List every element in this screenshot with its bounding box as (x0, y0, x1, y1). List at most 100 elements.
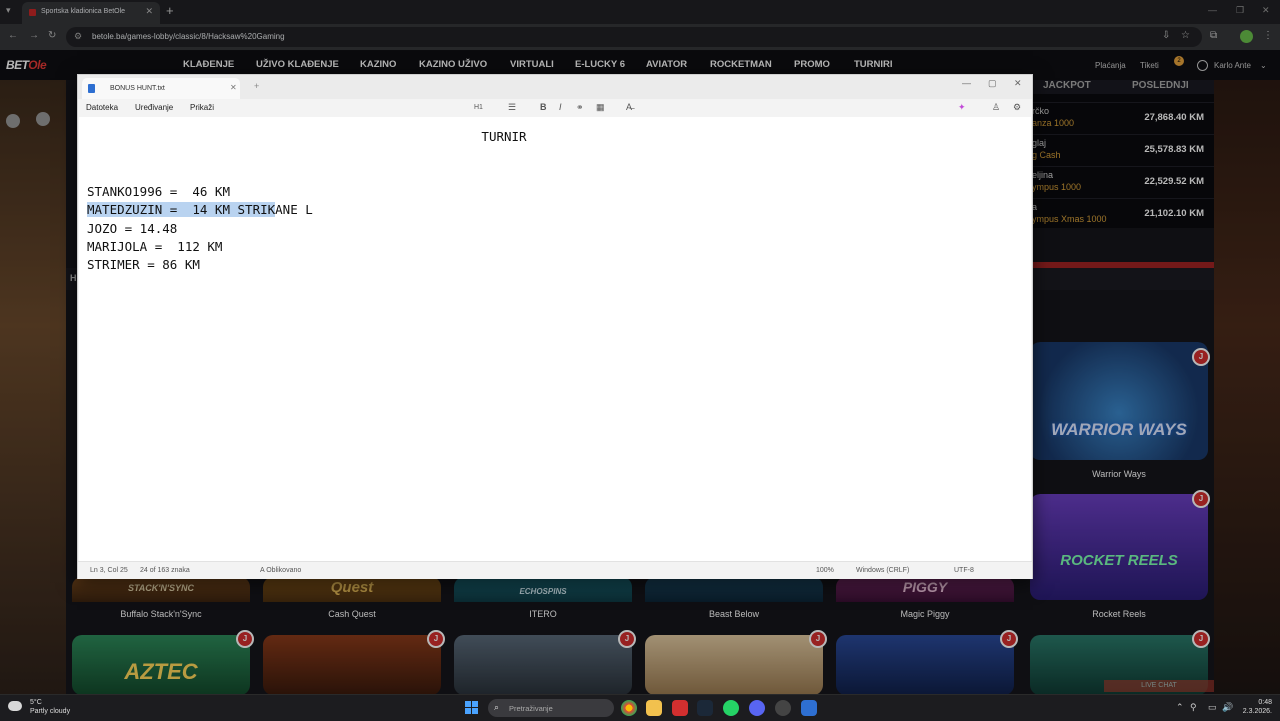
copilot-icon[interactable]: ✦ (958, 102, 966, 113)
zoom-level[interactable]: 100% (816, 567, 834, 574)
back-icon[interactable]: ← (8, 30, 18, 41)
account-icon[interactable]: ♙ (992, 102, 1000, 113)
settings-gear-icon[interactable]: ⚙ (1013, 102, 1021, 113)
nav-kazino-uzivo[interactable]: KAZINO UŽIVO (419, 59, 487, 70)
game-card-magic-piggy[interactable]: PIGGY Magic Piggy (836, 577, 1014, 622)
browser-menu-icon[interactable]: ⋮ (1263, 30, 1273, 41)
nav-aviator[interactable]: AVIATOR (646, 59, 687, 70)
encoding[interactable]: UTF-8 (954, 567, 974, 574)
taskbar-search[interactable]: ⌕ Pretraživanje (488, 699, 614, 717)
tray-app-icon[interactable]: ⚲ (1190, 702, 1197, 713)
menu-datoteka[interactable]: Datoteka (86, 103, 118, 112)
notepad-file-tab[interactable]: BONUS HUNT.txt ✕ (82, 78, 240, 99)
game-card-beast-below[interactable]: Beast Below (645, 577, 823, 622)
nav-e-lucky-6[interactable]: E-LUCKY 6 (575, 59, 625, 70)
jackpot-row[interactable]: rčko anza 1000 27,868.40 KM (1030, 102, 1214, 133)
link-icon[interactable]: ⚭ (576, 102, 584, 113)
menu-uredivanje[interactable]: Uređivanje (135, 103, 173, 112)
nav-promo[interactable]: PROMO (794, 59, 830, 70)
chrome-icon[interactable] (621, 700, 637, 716)
jackpot-row[interactable]: a ympus Xmas 1000 21,102.10 KM (1030, 198, 1214, 229)
notepad-minimize-icon[interactable]: — (962, 78, 971, 88)
game-card-row3-4[interactable] (645, 635, 823, 695)
forward-icon[interactable]: → (29, 30, 39, 41)
weather-widget[interactable]: 5°C Partly cloudy (30, 698, 70, 716)
site-info-icon[interactable]: ⚙ (74, 31, 82, 42)
omnibox[interactable]: ⚙ betole.ba/games-lobby/classic/8/Hacksa… (66, 27, 1202, 47)
whatsapp-icon[interactable] (723, 700, 739, 716)
line-ending[interactable]: Windows (CRLF) (856, 567, 909, 574)
game-card-row3-3[interactable] (454, 635, 632, 695)
tab-poslednji[interactable]: POSLEDNJI (1132, 80, 1189, 91)
notepad-taskbar-icon[interactable] (801, 700, 817, 716)
game-card-buffalo[interactable]: STACK'N'SYNC Buffalo Stack'n'Sync (72, 577, 250, 622)
game-name: Buffalo Stack'n'Sync (120, 609, 202, 619)
jackpot-row[interactable]: glaj g Cash 25,578.83 KM (1030, 134, 1214, 165)
placanja-link[interactable]: Plaćanja (1095, 61, 1126, 70)
system-clock[interactable]: 0:48 2.3.2026. (1234, 698, 1272, 716)
app-red-icon[interactable] (672, 700, 688, 716)
profile-avatar[interactable] (1240, 30, 1253, 43)
discord-icon[interactable] (749, 700, 765, 716)
tab-jackpot[interactable]: JACKPOT (1043, 80, 1091, 91)
steam-icon[interactable] (697, 700, 713, 716)
tab-title: Sportska kladionica BetOle (41, 8, 126, 15)
nav-turniri[interactable]: TURNIRI (854, 59, 893, 70)
tab-search-icon[interactable]: ▾ (6, 5, 11, 16)
game-logo-text: AZTEC (124, 659, 198, 684)
volume-icon[interactable]: 🔊 (1222, 702, 1233, 713)
notepad-close-icon[interactable]: ✕ (1014, 78, 1022, 89)
notepad-text-area[interactable]: TURNIR STANKO1996 = 46 KM MATEDZUZIN = 1… (79, 117, 1031, 561)
file-tab-close-icon[interactable]: ✕ (230, 83, 237, 92)
start-button-icon[interactable] (465, 701, 479, 715)
obs-icon[interactable] (775, 700, 791, 716)
tab-close-icon[interactable]: ✕ (145, 6, 153, 17)
game-card-row3-2[interactable] (263, 635, 441, 695)
tiketi-badge: 2 (1174, 56, 1184, 66)
menu-prikazi[interactable]: Prikaži (190, 103, 214, 112)
game-name: Magic Piggy (900, 609, 950, 619)
jackpot-row[interactable]: eljina ympus 1000 22,529.52 KM (1030, 166, 1214, 197)
list-dropdown-icon[interactable]: ☰ (508, 102, 516, 113)
install-app-icon[interactable]: ⇩ (1162, 30, 1170, 41)
tiketi-link[interactable]: Tiketi (1140, 61, 1159, 70)
site-logo[interactable]: BETOle (6, 58, 47, 72)
weather-cloud-icon[interactable] (8, 701, 22, 711)
url-text[interactable]: betole.ba/games-lobby/classic/8/Hacksaw%… (92, 32, 285, 41)
table-icon[interactable]: ▦ (596, 102, 605, 113)
live-chat-button[interactable]: LIVE CHAT (1104, 680, 1214, 692)
nav-kladenje[interactable]: KLAĐENJE (183, 59, 234, 70)
maximize-icon[interactable]: ❐ (1236, 5, 1244, 16)
user-icon[interactable] (1197, 60, 1208, 71)
nav-kazino[interactable]: KAZINO (360, 59, 396, 70)
game-card-row3-5[interactable] (836, 635, 1014, 695)
heading-dropdown[interactable]: H1 (474, 104, 483, 111)
nav-uzivo-kladenje[interactable]: UŽIVO KLAĐENJE (256, 59, 339, 70)
network-icon[interactable]: ▭ (1208, 702, 1217, 713)
game-card-warrior-ways[interactable]: WARRIOR WAYS Warrior Ways (1030, 342, 1208, 482)
format-toggle[interactable]: A Oblikovano (260, 567, 301, 574)
tray-chevron-icon[interactable]: ⌃ (1176, 702, 1184, 713)
notepad-new-tab-button[interactable]: + (254, 81, 259, 91)
game-thumbnail: WARRIOR WAYS (1030, 342, 1208, 460)
notepad-maximize-icon[interactable]: ▢ (988, 78, 997, 89)
nav-rocketman[interactable]: ROCKETMAN (710, 59, 772, 70)
browser-tab[interactable]: Sportska kladionica BetOle ✕ (22, 2, 160, 24)
minimize-icon[interactable]: — (1208, 5, 1217, 15)
game-card-cash-quest[interactable]: Quest Cash Quest (263, 577, 441, 622)
game-card-rocket-reels[interactable]: ROCKET REELS Rocket Reels (1030, 494, 1208, 622)
user-menu-chevron-icon[interactable]: ⌄ (1260, 61, 1267, 70)
italic-button[interactable]: I (559, 102, 562, 112)
close-window-icon[interactable]: ✕ (1262, 5, 1270, 16)
username[interactable]: Karlo Ante (1214, 61, 1251, 70)
nav-virtuali[interactable]: VIRTUALI (510, 59, 554, 70)
file-explorer-icon[interactable] (646, 700, 662, 716)
game-card-itero[interactable]: ECHOSPINS ITERO (454, 577, 632, 622)
bookmark-star-icon[interactable]: ☆ (1181, 30, 1190, 41)
reload-icon[interactable]: ↻ (48, 30, 56, 41)
bold-button[interactable]: B (540, 102, 547, 112)
new-tab-button[interactable]: + (166, 3, 174, 18)
game-card-aztec[interactable]: AZTEC (72, 635, 250, 695)
extensions-icon[interactable]: ⧉ (1210, 30, 1217, 41)
clear-format-icon[interactable]: A̶ (626, 102, 632, 112)
